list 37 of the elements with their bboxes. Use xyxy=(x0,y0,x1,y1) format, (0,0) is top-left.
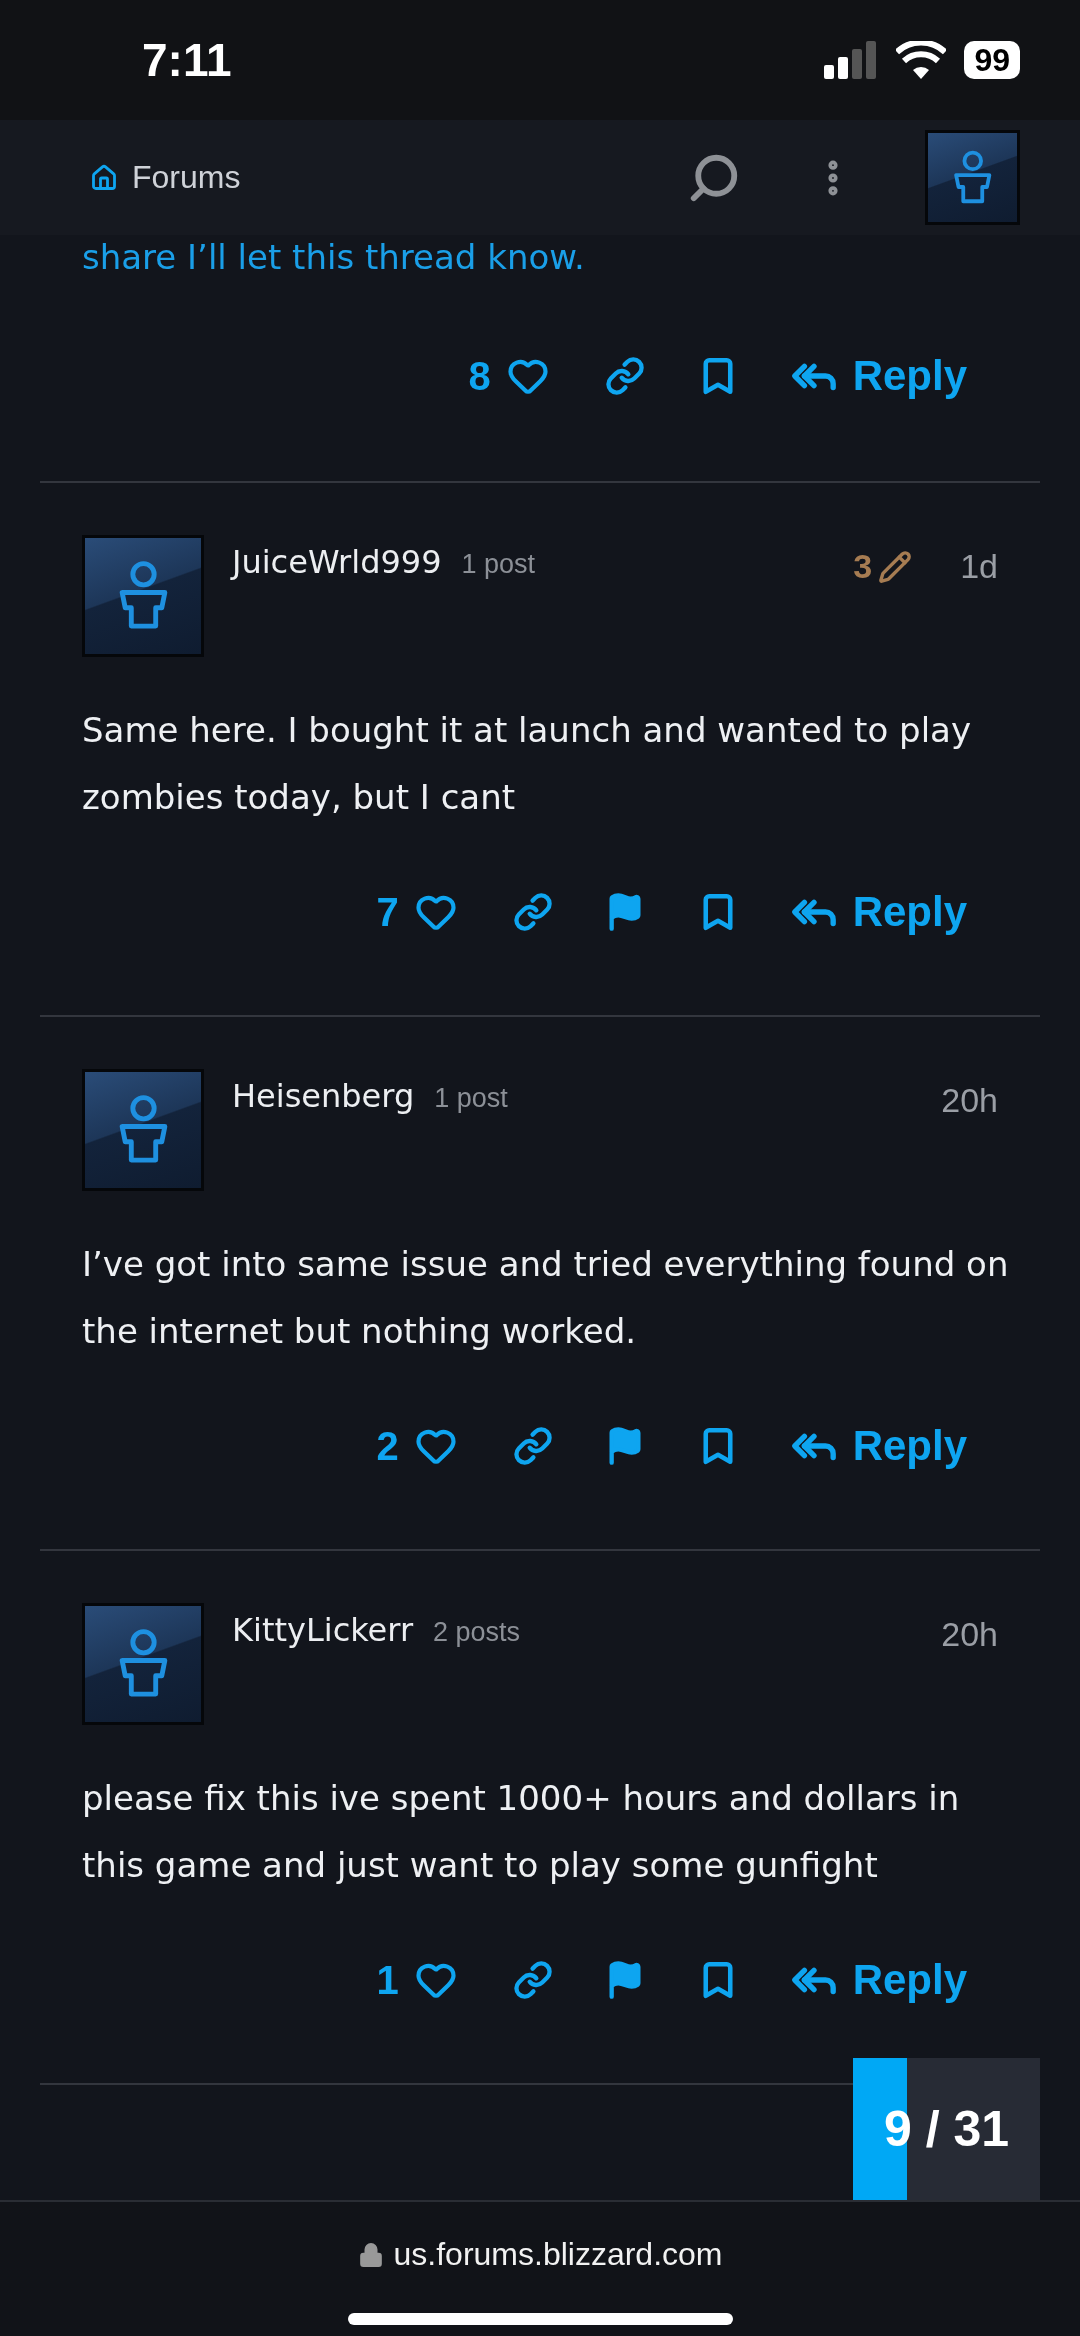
post-text: Same here. I bought it at launch and wanted to play zombies today, but I cant xyxy=(82,709,973,819)
reply-button[interactable]: Reply xyxy=(790,1422,967,1470)
post-text: please fix this ive spent 1000+ hours and dollars in this game and just want to play some gunfight xyxy=(82,1777,961,1887)
user-avatar[interactable] xyxy=(82,1603,204,1725)
like-button[interactable]: 1 xyxy=(376,1957,457,2003)
user-avatar[interactable] xyxy=(82,1069,204,1191)
post-text: share I’ll let this thread know. xyxy=(81,236,586,279)
user-avatar[interactable] xyxy=(925,130,1020,225)
post-age: 20h xyxy=(941,1081,998,1120)
like-button[interactable]: 8 xyxy=(468,353,549,399)
link-icon[interactable] xyxy=(604,356,645,396)
forums-link[interactable]: Forums xyxy=(90,159,687,196)
post-text: I’ve got into same issue and tried everything found on the internet but nothing worked. xyxy=(82,1243,1010,1353)
post-age: 20h xyxy=(941,1615,998,1654)
author-name[interactable]: JuiceWrld999 xyxy=(232,543,442,581)
author-name[interactable]: KittyLickerr xyxy=(232,1611,414,1649)
signal-icon xyxy=(824,41,879,79)
author-name[interactable]: Heisenberg xyxy=(232,1077,415,1115)
post-age: 1d xyxy=(960,547,998,586)
edit-count[interactable]: 3 xyxy=(853,547,913,586)
address-bar[interactable]: us.forums.blizzard.com xyxy=(357,2236,723,2273)
status-time: 7:11 xyxy=(142,33,232,87)
link-icon[interactable] xyxy=(512,1960,553,2000)
reply-button[interactable]: Reply xyxy=(790,352,967,400)
post-count: 2 posts xyxy=(433,1617,521,1648)
like-button[interactable]: 2 xyxy=(376,1423,457,1469)
like-button[interactable]: 7 xyxy=(376,889,457,935)
home-icon xyxy=(90,163,118,192)
reply-button[interactable]: Reply xyxy=(790,888,967,936)
wifi-icon xyxy=(896,41,947,79)
link-icon[interactable] xyxy=(512,892,553,932)
post-count: 1 post xyxy=(434,1083,508,1114)
link-icon[interactable] xyxy=(512,1426,553,1466)
reply-button[interactable]: Reply xyxy=(790,1956,967,2004)
battery-level: 99 xyxy=(964,41,1020,79)
post-count: 1 post xyxy=(461,549,536,580)
user-avatar[interactable] xyxy=(82,535,204,657)
